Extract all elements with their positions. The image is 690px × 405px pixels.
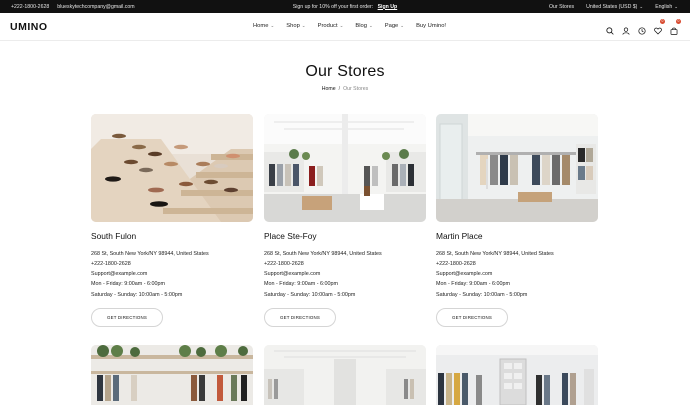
compare-icon[interactable]: [638, 22, 646, 35]
nav-buy-label: Buy Umino!: [416, 23, 447, 29]
store-photo: [264, 114, 426, 222]
store-contact: 268 St, South New York/NY 98944, United …: [91, 249, 261, 279]
main-nav: Home ⌄ Shop ⌄ Product ⌄ Blog ⌄ Page ⌄ Buy Umi…: [253, 23, 446, 29]
bag-icon[interactable]: 0: [670, 19, 681, 35]
store-email[interactable]: Support@example.com: [264, 269, 434, 279]
announcement-bar: +222-1800-2628 blueskytechcompany@gmail.…: [0, 0, 690, 13]
store-weekday-hours: Mon - Friday: 9:00am - 6:00pm: [436, 281, 511, 287]
get-directions-button[interactable]: GET DIRECTIONS: [264, 308, 336, 327]
nav-buy-umino[interactable]: Buy Umino!: [416, 23, 446, 29]
store-phone[interactable]: +222-1800-2628: [264, 259, 434, 269]
search-icon[interactable]: [606, 22, 614, 35]
user-icon[interactable]: [622, 22, 630, 35]
store-address: 268 St, South New York/NY 98944, United …: [436, 251, 554, 257]
nav-blog[interactable]: Blog ⌄: [355, 23, 372, 29]
store-email[interactable]: Support@example.com: [436, 269, 606, 279]
store-email[interactable]: Support@example.com: [91, 269, 261, 279]
nav-page[interactable]: Page ⌄: [385, 23, 404, 29]
heart-icon[interactable]: 0: [654, 19, 665, 35]
signup-link[interactable]: Sign Up: [378, 4, 398, 10]
store-name: Place Ste-Foy: [264, 231, 317, 241]
breadcrumb: Home / Our Stores: [0, 86, 690, 92]
store-address: 268 St, South New York/NY 98944, United …: [91, 251, 209, 257]
store-contact: 268 St, South New York/NY 98944, United …: [436, 249, 606, 279]
store-hours: Mon - Friday: 9:00am - 6:00pm Saturday -…: [436, 279, 527, 301]
chevron-down-icon: ⌄: [339, 23, 344, 28]
nav-home[interactable]: Home ⌄: [253, 23, 274, 29]
store-photo: [264, 345, 426, 405]
store-card: Martin Place 268 St, South New York/NY 9…: [436, 114, 598, 327]
nav-blog-label: Blog: [355, 23, 367, 29]
site-header: UMINO Home ⌄ Shop ⌄ Product ⌄ Blog ⌄ Page ⌄ B…: [0, 13, 690, 41]
chevron-down-icon: ⌄: [674, 3, 678, 9]
store-contact: 268 St, South New York/NY 98944, United …: [264, 249, 434, 279]
store-name: Martin Place: [436, 231, 483, 241]
page-title: Our Stores: [305, 63, 385, 80]
language-label: English: [655, 3, 673, 10]
store-phone[interactable]: +222-1800-2628: [436, 259, 606, 269]
cart-count-badge: 0: [676, 19, 681, 24]
chevron-down-icon: ⌄: [400, 23, 405, 28]
wishlist-count-badge: 0: [660, 19, 665, 24]
store-photo: [436, 114, 598, 222]
store-weekend-hours: Saturday - Sunday: 10:00am - 5:00pm: [91, 292, 183, 298]
chevron-down-icon: ⌄: [301, 23, 306, 28]
store-photo: [91, 345, 253, 405]
chevron-down-icon: ⌄: [368, 23, 373, 28]
store-card: Place Ste-Foy 268 St, South New York/NY …: [264, 114, 426, 327]
store-name: South Fulon: [91, 231, 137, 241]
currency-selector[interactable]: United States (USD $) ⌄: [586, 4, 643, 10]
chevron-down-icon: ⌄: [639, 3, 644, 9]
nav-shop[interactable]: Shop ⌄: [286, 23, 305, 29]
chevron-down-icon: ⌄: [270, 23, 275, 28]
logo[interactable]: UMINO: [10, 21, 48, 33]
store-weekday-hours: Mon - Friday: 9:00am - 6:00pm: [91, 281, 166, 287]
store-photo: [91, 114, 253, 222]
store-phone[interactable]: +222-1800-2628: [91, 259, 261, 269]
breadcrumb-home[interactable]: Home: [322, 86, 336, 92]
language-selector[interactable]: English ⌄: [655, 4, 678, 10]
nav-product[interactable]: Product ⌄: [318, 23, 344, 29]
nav-product-label: Product: [317, 23, 338, 29]
store-weekend-hours: Saturday - Sunday: 10:00am - 5:00pm: [264, 292, 356, 298]
nav-home-label: Home: [253, 23, 269, 29]
promo-text: Sign up for 10% off your first order:: [292, 3, 374, 10]
our-stores-link[interactable]: Our Stores: [549, 4, 574, 10]
store-hours: Mon - Friday: 9:00am - 6:00pm Saturday -…: [91, 279, 182, 301]
store-weekday-hours: Mon - Friday: 9:00am - 6:00pm: [264, 281, 339, 287]
store-hours: Mon - Friday: 9:00am - 6:00pm Saturday -…: [264, 279, 355, 301]
breadcrumb-separator: /: [338, 86, 341, 92]
breadcrumb-current: Our Stores: [343, 86, 369, 92]
nav-page-label: Page: [384, 23, 399, 29]
store-weekend-hours: Saturday - Sunday: 10:00am - 5:00pm: [436, 292, 528, 298]
header-icons: 0 0: [606, 19, 681, 35]
store-address: 268 St, South New York/NY 98944, United …: [264, 251, 382, 257]
currency-label: United States (USD $): [586, 3, 638, 10]
get-directions-button[interactable]: GET DIRECTIONS: [436, 308, 508, 327]
nav-shop-label: Shop: [286, 23, 300, 29]
store-photo: [436, 345, 598, 405]
store-card: South Fulon 268 St, South New York/NY 98…: [91, 114, 253, 327]
get-directions-button[interactable]: GET DIRECTIONS: [91, 308, 163, 327]
